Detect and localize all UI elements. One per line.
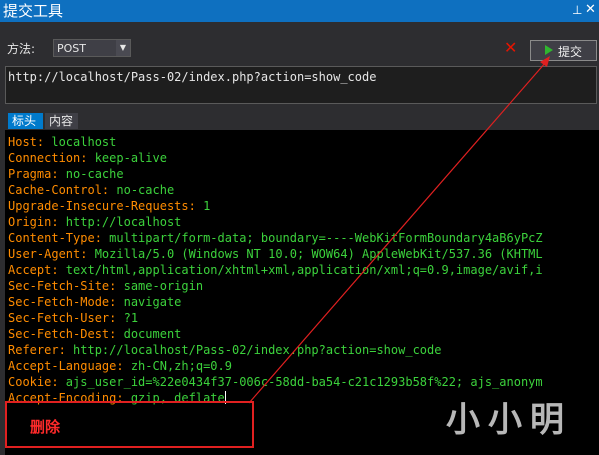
watermark: 小小明 xyxy=(446,400,572,440)
annotation-arrow xyxy=(248,56,550,404)
